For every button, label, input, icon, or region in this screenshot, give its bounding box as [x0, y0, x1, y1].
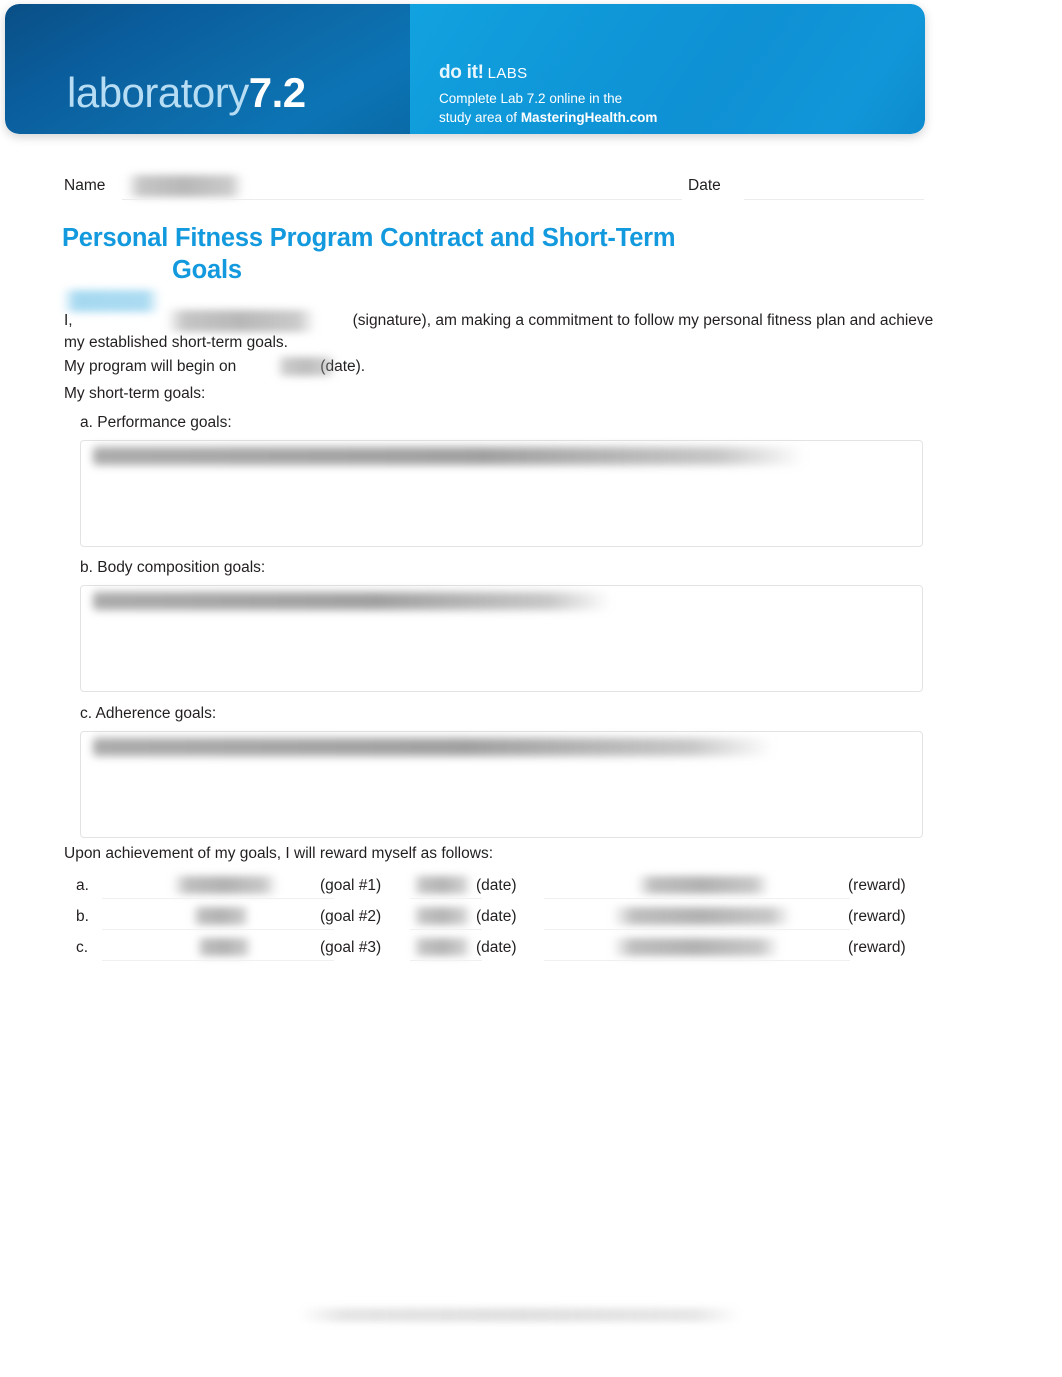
- goal-label-body-composition: b. Body composition goals:: [80, 559, 266, 576]
- date-label: Date: [688, 177, 721, 194]
- reward-row: b. (goal #2) (date) (reward): [76, 905, 926, 936]
- reward-goal-value-redacted: [192, 907, 250, 925]
- reward-goal-rule[interactable]: [102, 929, 334, 930]
- begin-prefix: My program will begin on: [64, 358, 237, 375]
- lab-number: 7.2: [248, 69, 306, 116]
- goal-label-performance: a. Performance goals:: [80, 414, 232, 431]
- date-field-rule[interactable]: [744, 199, 924, 200]
- goal-answer-box-performance[interactable]: [80, 440, 923, 547]
- reward-row-letter: b.: [76, 908, 89, 925]
- reward-value-label: (reward): [848, 908, 906, 925]
- name-label: Name: [64, 177, 106, 194]
- reward-goal-label: (goal #2): [320, 908, 382, 925]
- reward-date-label: (date): [476, 908, 517, 925]
- reward-value-rule[interactable]: [544, 898, 850, 899]
- reward-goal-value-redacted: [172, 876, 278, 894]
- do-it-label: do it!: [439, 62, 484, 83]
- reward-intro-text: Upon achievement of my goals, I will rew…: [64, 845, 493, 862]
- reward-goal-value-redacted: [196, 938, 252, 956]
- banner-subtext-line1: Complete Lab 7.2 online in the: [439, 91, 623, 106]
- page-title-redacted-word: [62, 290, 160, 312]
- reward-value-redacted: [636, 876, 770, 894]
- goal-answer-redacted-performance: [93, 447, 805, 465]
- name-value-redacted: [126, 175, 244, 197]
- begin-date-value-redacted: [276, 357, 336, 376]
- reward-row-letter: a.: [76, 877, 89, 894]
- short-term-goals-heading: My short-term goals:: [64, 385, 206, 402]
- page-title-line2: Goals: [62, 254, 922, 312]
- name-date-row: Name Date: [64, 175, 924, 203]
- labs-label: LABS: [487, 65, 528, 82]
- commitment-prefix: I,: [64, 312, 73, 329]
- reward-date-label: (date): [476, 939, 517, 956]
- page-footer-redacted: [300, 1308, 740, 1322]
- reward-goal-label: (goal #1): [320, 877, 382, 894]
- reward-date-rule[interactable]: [410, 960, 482, 961]
- reward-row-letter: c.: [76, 939, 89, 956]
- reward-date-rule[interactable]: [410, 898, 482, 899]
- name-field-rule[interactable]: [122, 199, 682, 200]
- page-title-line1: Personal Fitness Program Contract and Sh…: [62, 224, 676, 252]
- goal-block-body-composition: b. Body composition goals:: [80, 558, 925, 692]
- reward-date-label: (date): [476, 877, 517, 894]
- page-title: Personal Fitness Program Contract and Sh…: [62, 222, 922, 312]
- page-title-goals: Goals: [172, 256, 242, 284]
- goal-answer-redacted-adherence: [93, 738, 773, 756]
- signature-value-redacted: [166, 310, 316, 332]
- lab-title-word: laboratory: [67, 69, 249, 116]
- reward-row: a. (goal #1) (date) (reward): [76, 874, 926, 905]
- reward-goal-label: (goal #3): [320, 939, 382, 956]
- reward-value-label: (reward): [848, 939, 906, 956]
- goal-label-adherence: c. Adherence goals:: [80, 705, 217, 722]
- reward-goal-rule[interactable]: [102, 898, 334, 899]
- reward-value-rule[interactable]: [544, 960, 850, 961]
- reward-table: a. (goal #1) (date) (reward) b. (goal #2…: [76, 874, 926, 967]
- reward-date-value-redacted: [412, 876, 472, 894]
- reward-value-redacted: [612, 907, 792, 925]
- banner-subtext-line2-prefix: study area of: [439, 110, 521, 125]
- reward-value-redacted: [612, 938, 780, 956]
- goal-block-adherence: c. Adherence goals:: [80, 704, 925, 838]
- commitment-paragraph: I, (signature), am making a commitment to…: [64, 310, 934, 354]
- lab-header-banner: laboratory7.2 do it! LABS Complete Lab 7.…: [5, 4, 925, 134]
- banner-subtext: Complete Lab 7.2 online in the study are…: [439, 89, 657, 127]
- reward-value-rule[interactable]: [544, 929, 850, 930]
- mastering-health-link[interactable]: MasteringHealth.com: [521, 110, 658, 125]
- reward-value-label: (reward): [848, 877, 906, 894]
- reward-date-value-redacted: [412, 938, 472, 956]
- goal-block-performance: a. Performance goals:: [80, 413, 925, 547]
- program-begin-paragraph: My program will begin on (date).: [64, 356, 664, 378]
- goal-answer-redacted-body-composition: [93, 592, 611, 610]
- lab-title: laboratory7.2: [67, 72, 306, 114]
- do-it-labs-row: do it! LABS: [439, 62, 528, 84]
- goal-answer-box-adherence[interactable]: [80, 731, 923, 838]
- reward-goal-rule[interactable]: [102, 960, 334, 961]
- reward-date-value-redacted: [412, 907, 472, 925]
- reward-row: c. (goal #3) (date) (reward): [76, 936, 926, 967]
- reward-date-rule[interactable]: [410, 929, 482, 930]
- goal-answer-box-body-composition[interactable]: [80, 585, 923, 692]
